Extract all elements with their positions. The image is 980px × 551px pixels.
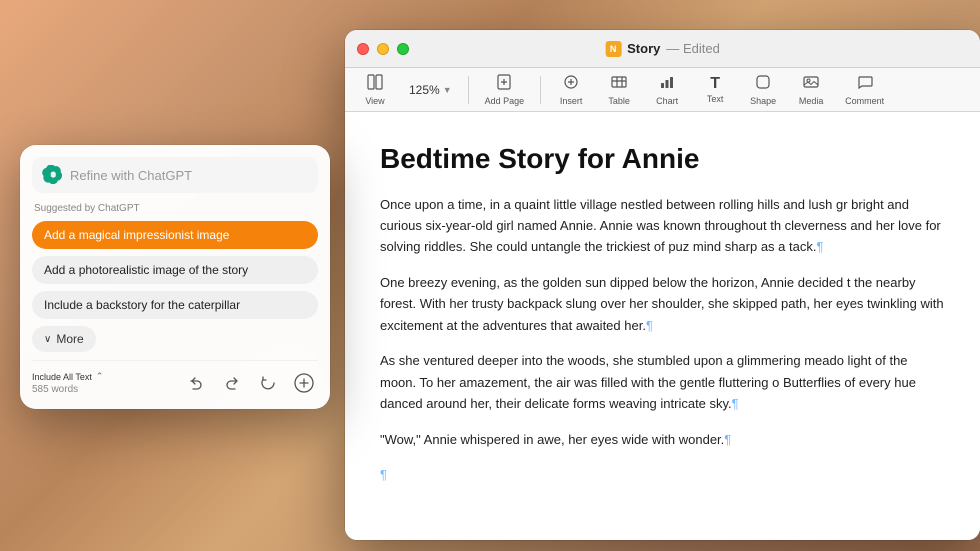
document-icon: N (605, 41, 621, 57)
chevron-up-icon: ⌃ (96, 371, 104, 382)
chart-icon (659, 74, 675, 94)
toolbar: View 125% ▼ Add Page (345, 68, 980, 112)
toolbar-media[interactable]: Media (789, 70, 833, 110)
toolbar-text[interactable]: T Text (693, 72, 737, 108)
title-bar-center: N Story — Edited (605, 41, 720, 57)
document-title: Story (627, 41, 660, 56)
add-icon (294, 373, 314, 393)
paragraph-4: "Wow," Annie whispered in awe, her eyes … (380, 429, 945, 450)
undo-button[interactable] (182, 369, 210, 397)
suggestion-1[interactable]: Add a magical impressionist image (32, 221, 318, 249)
paragraph-1: Once upon a time, in a quaint little vil… (380, 194, 945, 258)
panel-footer: Include All Text ⌃ 585 words (32, 360, 318, 397)
comment-label: Comment (845, 96, 884, 106)
traffic-lights (357, 43, 409, 55)
document-heading: Bedtime Story for Annie (380, 142, 945, 176)
suggested-label: Suggested by ChatGPT (32, 203, 318, 214)
pilcrow-2: ¶ (646, 318, 653, 333)
undo-icon (189, 376, 203, 390)
chatgpt-input[interactable]: Refine with ChatGPT (70, 168, 308, 183)
document-status: — Edited (666, 41, 720, 56)
pilcrow-4: ¶ (724, 432, 731, 447)
shape-label: Shape (750, 96, 776, 106)
title-bar: N Story — Edited (345, 30, 980, 68)
chart-label: Chart (656, 96, 678, 106)
toolbar-divider-1 (468, 76, 469, 104)
chatgpt-logo-icon (42, 165, 62, 185)
word-count: 585 words (32, 384, 103, 395)
text-icon: T (710, 76, 720, 92)
add-button[interactable] (290, 369, 318, 397)
maximize-button[interactable] (397, 43, 409, 55)
redo-icon (225, 376, 239, 390)
include-text[interactable]: Include All Text ⌃ (32, 371, 103, 382)
media-label: Media (799, 96, 824, 106)
pilcrow-1: ¶ (816, 239, 823, 254)
chatgpt-panel: Refine with ChatGPT Suggested by ChatGPT… (20, 145, 330, 409)
toolbar-chart[interactable]: Chart (645, 70, 689, 110)
toolbar-zoom[interactable]: 125% ▼ (401, 79, 460, 101)
paragraph-2: One breezy evening, as the golden sun di… (380, 272, 945, 336)
table-icon (611, 74, 627, 94)
chatgpt-input-row[interactable]: Refine with ChatGPT (32, 157, 318, 193)
footer-left: Include All Text ⌃ 585 words (32, 371, 103, 395)
minimize-button[interactable] (377, 43, 389, 55)
more-button[interactable]: ∨ More (32, 326, 96, 352)
pilcrow-5: ¶ (380, 467, 387, 482)
refresh-icon (261, 376, 275, 390)
toolbar-view[interactable]: View (353, 70, 397, 110)
toolbar-table[interactable]: Table (597, 70, 641, 110)
add-page-icon (496, 74, 512, 94)
insert-icon (563, 74, 579, 94)
media-icon (803, 74, 819, 94)
suggestion-2[interactable]: Add a photorealistic image of the story (32, 256, 318, 284)
chevron-down-icon: ∨ (44, 334, 51, 345)
toolbar-add-page[interactable]: Add Page (477, 70, 533, 110)
redo-button[interactable] (218, 369, 246, 397)
view-label: View (365, 96, 384, 106)
toolbar-insert[interactable]: Insert (549, 70, 593, 110)
toolbar-comment[interactable]: Comment (837, 70, 892, 110)
toolbar-divider-2 (540, 76, 541, 104)
view-icon (367, 74, 383, 94)
toolbar-shape[interactable]: Shape (741, 70, 785, 110)
shape-icon (755, 74, 771, 94)
paragraph-5: ¶ (380, 464, 945, 485)
footer-actions (182, 369, 318, 397)
table-label: Table (608, 96, 630, 106)
zoom-chevron: ▼ (443, 85, 452, 95)
comment-icon (857, 74, 873, 94)
pilcrow-3: ¶ (732, 396, 739, 411)
zoom-value: 125% (409, 83, 440, 97)
include-text-label: Include All Text (32, 372, 92, 382)
refresh-button[interactable] (254, 369, 282, 397)
main-window: N Story — Edited View 125% ▼ (345, 30, 980, 540)
more-label: More (56, 332, 83, 346)
text-label: Text (707, 94, 724, 104)
paragraph-3: As she ventured deeper into the woods, s… (380, 350, 945, 414)
close-button[interactable] (357, 43, 369, 55)
suggestion-3[interactable]: Include a backstory for the caterpillar (32, 291, 318, 319)
add-page-label: Add Page (485, 96, 525, 106)
insert-label: Insert (560, 96, 583, 106)
document-content[interactable]: Bedtime Story for Annie Once upon a time… (345, 112, 980, 540)
